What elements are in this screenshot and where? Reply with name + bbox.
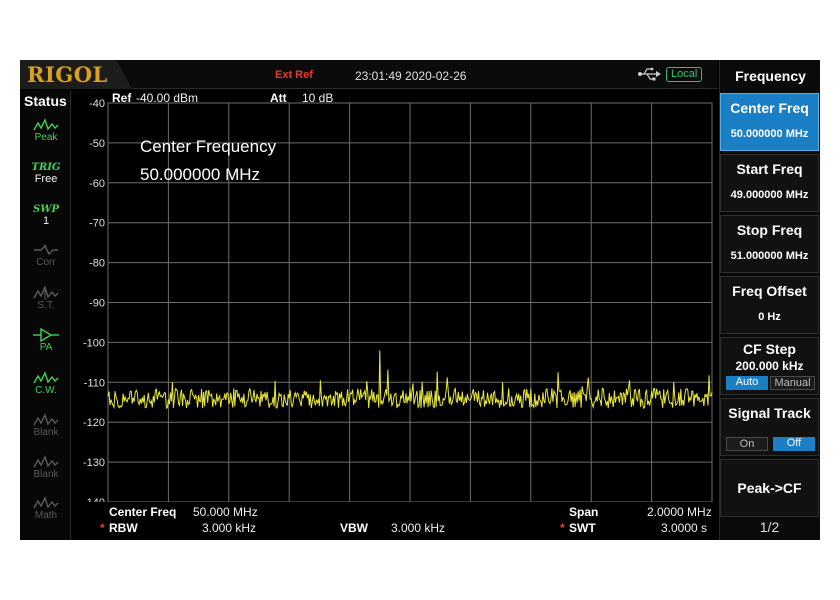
status-swp-label: SWP [33, 204, 59, 215]
y-tick-label: -130 [83, 457, 105, 469]
active-function-value: 50.000000 MHz [140, 165, 261, 184]
att-value: 10 dB [302, 91, 334, 105]
y-tick-label: -50 [89, 138, 105, 150]
start-freq-softkey-title: Start Freq [736, 161, 803, 177]
center-freq-label: Center Freq [109, 505, 177, 519]
y-tick-label: -70 [89, 218, 105, 230]
status-trig: TRIG Free [29, 162, 63, 198]
blank-icon [33, 455, 59, 468]
stop-freq-softkey[interactable]: Stop Freq 51.000000 MHz [720, 215, 819, 273]
math-icon [33, 496, 59, 509]
plot-footer: Center Freq 50.000 MHz Span 2.0000 MHz *… [72, 502, 718, 540]
y-axis-ticks: -40-50-60-70-80-90-100-110-120-130-140 [83, 98, 105, 502]
blank-icon [33, 413, 59, 426]
status-swp: SWP 1 [29, 204, 63, 240]
stop-freq-softkey-value: 51.000000 MHz [730, 250, 809, 262]
vbw-value: 3.000 kHz [391, 521, 446, 535]
cf-step-softkey-title: CF Step [743, 341, 796, 357]
y-tick-label: -60 [89, 178, 105, 190]
status-cw-label: C.W. [35, 385, 57, 396]
status-pa: PA [29, 328, 63, 364]
local-mode-badge: Local [666, 67, 703, 82]
top-status-bar: RIGOL Ext Ref 23:01:49 2020-02-26 Local [20, 60, 718, 89]
status-st-label: S.T. [37, 300, 55, 311]
status-blank-1-label: Blank [33, 427, 59, 438]
signal-track-softkey[interactable]: Signal Track On Off [720, 398, 819, 456]
center-freq-softkey-value: 50.000000 MHz [730, 128, 809, 140]
status-st: S.T. [29, 286, 63, 322]
corr-icon [34, 244, 58, 256]
active-function-readout: Center Frequency 50.000000 MHz [140, 133, 276, 189]
rbw-coupling-star: * [100, 521, 105, 535]
ref-label: Ref [112, 91, 132, 105]
brand-logo: RIGOL [20, 60, 132, 89]
start-freq-softkey-value: 49.000000 MHz [730, 189, 809, 201]
menu-title: Frequency [735, 68, 806, 84]
frequency-menu: Frequency Center Freq 50.000000 MHz Star… [719, 60, 820, 540]
status-peak-label: Peak [34, 132, 58, 143]
status-trig-value: Free [34, 173, 58, 185]
y-tick-label: -40 [89, 98, 105, 110]
usb-icon [637, 67, 661, 86]
status-math-label: Math [34, 510, 58, 521]
y-tick-label: -110 [84, 377, 105, 389]
swt-label: SWT [569, 521, 596, 535]
brand-name: RIGOL [27, 62, 108, 87]
y-tick-label: -80 [89, 258, 105, 270]
cf-step-softkey[interactable]: CF Step 200.000 kHz Auto Manual [720, 337, 819, 395]
date-time: 23:01:49 2020-02-26 [355, 69, 467, 83]
vbw-label: VBW [340, 521, 368, 535]
status-blank-1: Blank [29, 413, 63, 449]
signal-track-softkey-title: Signal Track [728, 405, 811, 421]
st-icon [33, 286, 59, 300]
center-freq-softkey[interactable]: Center Freq 50.000000 MHz [720, 93, 819, 151]
span-value: 2.0000 MHz [647, 505, 712, 519]
stop-freq-softkey-title: Stop Freq [736, 222, 803, 238]
amplifier-icon [33, 328, 59, 342]
span-label: Span [569, 505, 599, 519]
status-panel: Status Peak TRIG Free SWP 1 Corr S.T. PA [20, 90, 71, 540]
y-tick-label: -100 [83, 337, 105, 349]
swt-coupling-star: * [560, 521, 565, 535]
status-math: Math [29, 496, 63, 532]
rbw-value: 3.000 kHz [202, 521, 257, 535]
ext-ref-indicator: Ext Ref [275, 69, 313, 81]
swt-value: 3.0000 s [661, 521, 708, 535]
signal-track-on-toggle[interactable]: On [726, 437, 768, 451]
status-pa-label: PA [39, 342, 53, 353]
status-blank-2-label: Blank [33, 469, 59, 480]
start-freq-softkey[interactable]: Start Freq 49.000000 MHz [720, 154, 819, 212]
center-freq-softkey-title: Center Freq [730, 100, 809, 116]
freq-offset-softkey[interactable]: Freq Offset 0 Hz [720, 276, 819, 334]
freq-offset-softkey-value: 0 Hz [758, 311, 781, 323]
peak-to-cf-softkey[interactable]: Peak->CF [720, 459, 819, 517]
analyzer-screen: RIGOL Ext Ref 23:01:49 2020-02-26 Local … [20, 60, 820, 540]
status-corr-label: Corr [36, 257, 56, 268]
cw-icon [33, 371, 59, 384]
rbw-label: RBW [109, 521, 138, 535]
cf-step-auto-toggle[interactable]: Auto [726, 376, 768, 390]
plot-header: Ref -40.00 dBm Att 10 dB [108, 90, 718, 105]
peak-icon [33, 118, 59, 131]
freq-offset-softkey-title: Freq Offset [732, 283, 807, 299]
status-corr: Corr [29, 243, 63, 279]
signal-track-off-toggle[interactable]: Off [773, 437, 815, 451]
peak-to-cf-softkey-title: Peak->CF [737, 480, 802, 496]
cf-step-softkey-value: 200.000 kHz [735, 359, 804, 373]
status-cw: C.W. [29, 371, 63, 407]
status-trig-label: TRIG [31, 162, 61, 173]
status-blank-2: Blank [29, 455, 63, 491]
status-swp-value: 1 [42, 215, 50, 227]
status-peak: Peak [29, 118, 63, 154]
status-title: Status [24, 93, 67, 109]
center-freq-value: 50.000 MHz [193, 505, 258, 519]
y-tick-label: -120 [83, 417, 105, 429]
menu-page-indicator: 1/2 [759, 519, 780, 535]
active-function-title: Center Frequency [140, 137, 277, 156]
att-label: Att [270, 91, 287, 105]
ref-value: -40.00 dBm [136, 91, 199, 105]
cf-step-manual-toggle[interactable]: Manual [770, 376, 815, 390]
y-tick-label: -90 [89, 298, 105, 310]
